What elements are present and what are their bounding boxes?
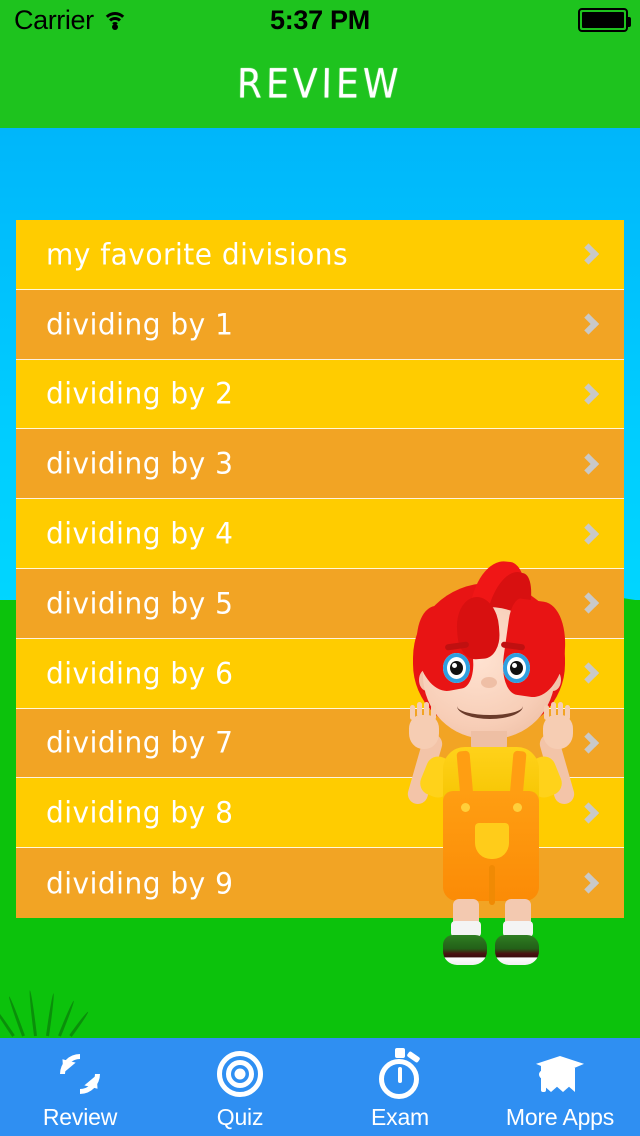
clock-label: 5:37 PM bbox=[270, 4, 370, 35]
list-item[interactable]: dividing by 2 bbox=[16, 359, 624, 430]
chevron-right-icon bbox=[577, 243, 600, 265]
list-item-label: dividing by 8 bbox=[46, 795, 234, 831]
grass-tuft bbox=[0, 990, 96, 1037]
list-item-label: dividing by 9 bbox=[46, 865, 234, 901]
navigation-bar: REVIEW bbox=[0, 40, 640, 128]
tab-label: Exam bbox=[371, 1104, 429, 1130]
chevron-right-icon bbox=[577, 453, 600, 475]
list-item-label: dividing by 1 bbox=[46, 306, 234, 342]
list-item-label: dividing by 7 bbox=[46, 725, 234, 761]
status-bar: Carrier 5:37 PM bbox=[0, 0, 640, 40]
tab-label: Quiz bbox=[216, 1104, 264, 1130]
list-item[interactable]: dividing by 3 bbox=[16, 429, 624, 500]
stopwatch-icon bbox=[374, 1048, 426, 1100]
list-item[interactable]: dividing by 4 bbox=[16, 499, 624, 569]
cartoon-boy-mascot bbox=[395, 558, 585, 985]
graduation-cap-icon bbox=[534, 1048, 586, 1100]
chevron-right-icon bbox=[577, 522, 600, 545]
status-bar-right bbox=[578, 8, 631, 32]
tab-exam[interactable]: Exam bbox=[320, 1038, 480, 1136]
battery-full-icon bbox=[578, 8, 631, 32]
list-item-label: my favorite divisions bbox=[46, 236, 349, 272]
list-item-label: dividing by 6 bbox=[46, 655, 234, 691]
tab-review[interactable]: Review bbox=[0, 1038, 160, 1136]
refresh-icon bbox=[51, 1045, 109, 1103]
list-item-label: dividing by 3 bbox=[46, 446, 234, 482]
chevron-right-icon bbox=[577, 383, 600, 405]
chevron-right-icon bbox=[577, 313, 600, 335]
list-item-label: dividing by 2 bbox=[46, 376, 234, 412]
list-item-label: dividing by 4 bbox=[46, 516, 234, 552]
target-icon bbox=[214, 1048, 266, 1100]
list-item[interactable]: my favorite divisions bbox=[16, 220, 624, 290]
page-title: REVIEW bbox=[236, 61, 404, 107]
tab-quiz[interactable]: Quiz bbox=[160, 1038, 320, 1136]
list-item-label: dividing by 5 bbox=[46, 585, 234, 621]
tab-bar: Review Quiz Exam More Apps bbox=[0, 1038, 640, 1136]
list-item[interactable]: dividing by 1 bbox=[16, 289, 624, 360]
tab-label: More Apps bbox=[505, 1104, 615, 1130]
tab-label: Review bbox=[42, 1104, 118, 1130]
tab-more-apps[interactable]: More Apps bbox=[480, 1038, 640, 1136]
